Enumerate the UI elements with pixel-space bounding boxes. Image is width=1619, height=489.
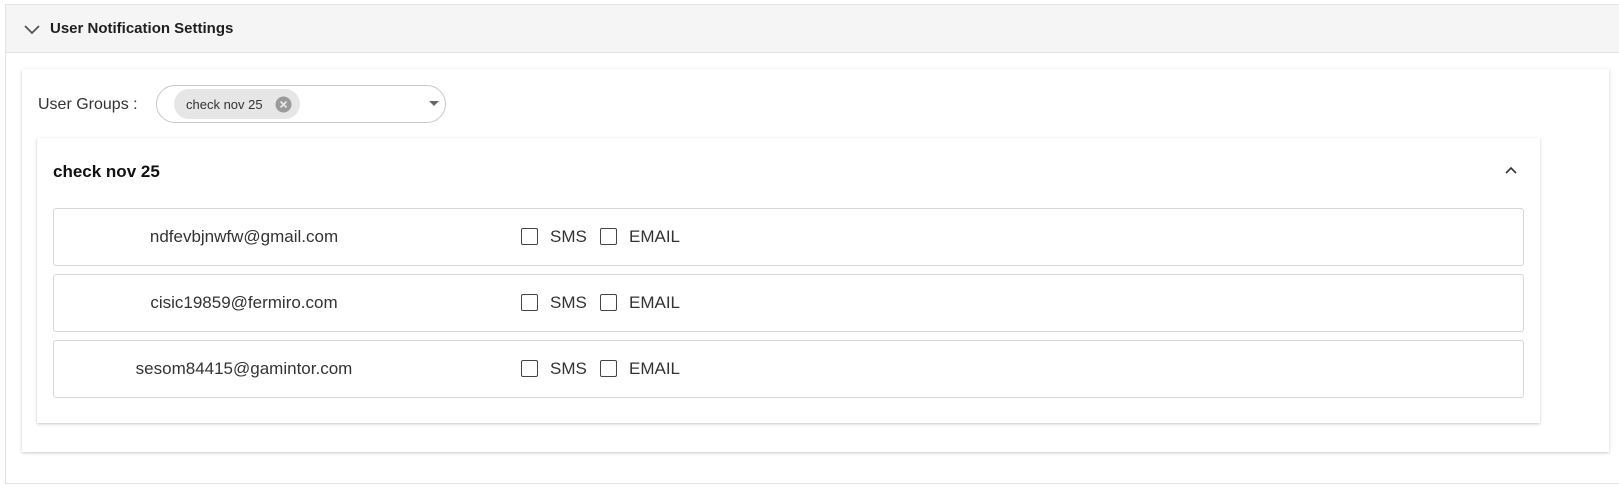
- close-circle-icon[interactable]: [275, 96, 292, 113]
- email-label: EMAIL: [629, 293, 681, 312]
- group-title: check nov 25: [53, 162, 160, 181]
- sms-checkbox[interactable]: [521, 228, 538, 245]
- user-email: ndfevbjnwfw@gmail.com: [149, 227, 339, 246]
- user-row: cisic19859@fermiro.com SMS EMAIL: [53, 274, 1524, 332]
- settings-card: User Groups : check nov 25 check nov 25 …: [22, 69, 1609, 452]
- notification-settings-panel: User Notification Settings User Groups :…: [5, 4, 1619, 484]
- email-checkbox[interactable]: [600, 228, 617, 245]
- user-email: cisic19859@fermiro.com: [150, 293, 338, 312]
- user-row: ndfevbjnwfw@gmail.com SMS EMAIL: [53, 208, 1524, 266]
- user-row: sesom84415@gamintor.com SMS EMAIL: [53, 340, 1524, 398]
- panel-title: User Notification Settings: [50, 20, 234, 37]
- caret-down-icon[interactable]: [429, 101, 439, 106]
- sms-label: SMS: [550, 293, 587, 312]
- user-email: sesom84415@gamintor.com: [135, 359, 353, 378]
- chip-label: check nov 25: [186, 97, 263, 112]
- sms-checkbox[interactable]: [521, 360, 538, 377]
- email-checkbox[interactable]: [600, 360, 617, 377]
- panel-header[interactable]: User Notification Settings: [6, 5, 1619, 53]
- user-groups-select[interactable]: check nov 25: [156, 85, 446, 123]
- email-label: EMAIL: [629, 227, 681, 246]
- selected-group-chip: check nov 25: [174, 89, 300, 119]
- sms-label: SMS: [550, 227, 587, 246]
- sms-label: SMS: [550, 359, 587, 378]
- sms-checkbox[interactable]: [521, 294, 538, 311]
- email-label: EMAIL: [629, 359, 681, 378]
- chevron-up-icon[interactable]: [1503, 162, 1519, 178]
- chevron-down-icon[interactable]: [23, 20, 41, 38]
- user-groups-label: User Groups :: [38, 96, 138, 113]
- group-card: check nov 25 ndfevbjnwfw@gmail.com SMS E…: [37, 138, 1540, 423]
- email-checkbox[interactable]: [600, 294, 617, 311]
